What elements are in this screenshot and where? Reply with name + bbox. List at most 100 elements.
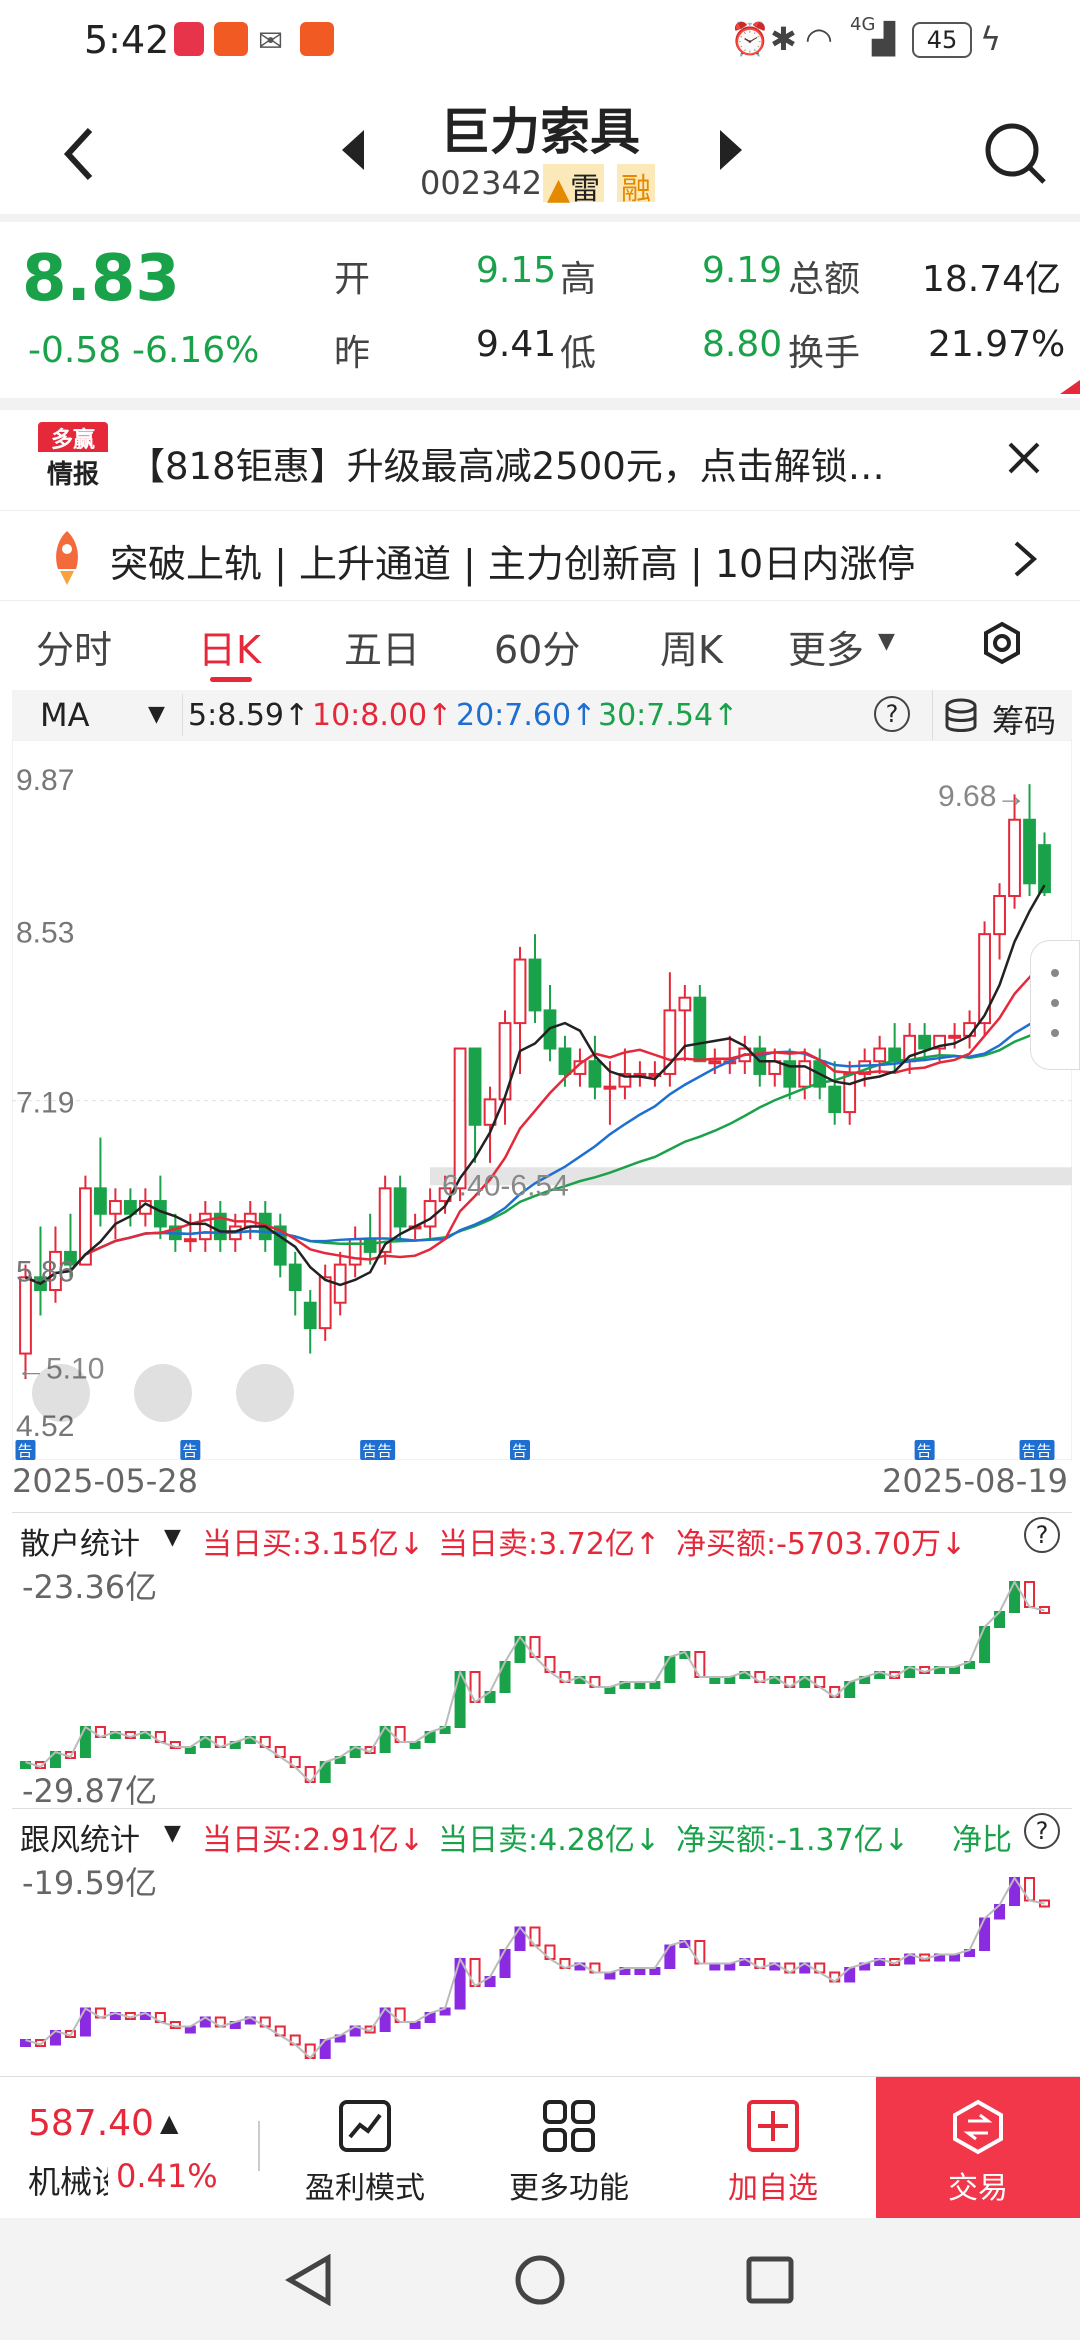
retail-header: 散户统计 ▼ 当日买:3.15亿↓ 当日卖:3.72亿↑ 净买额:-5703.7… [12,1512,1072,1563]
divider [0,398,1080,410]
candle-body [243,1212,257,1228]
announcement-label: 告 [362,1442,377,1460]
profit-mode-button[interactable]: 盈利模式 [302,2163,428,2207]
active-tab-indicator [210,677,252,682]
back-icon[interactable] [60,124,100,184]
trade-icon [953,2099,1003,2155]
chips-button[interactable]: 筹码 [992,696,1056,742]
play-icon[interactable] [32,1364,90,1422]
announcement-label: 告 [377,1442,392,1460]
last-price: 8.83 [22,242,180,316]
announcement-label: 告 [917,1442,932,1460]
retail-buy: 当日买:3.15亿↓ [202,1527,425,1562]
add-watchlist-button[interactable]: 加自选 [712,2163,834,2207]
ma-selector[interactable]: MA [40,696,90,734]
nav-home-icon[interactable] [512,2252,568,2308]
ad-banner[interactable]: 多赢 情报 【818钜惠】升级最高减2500元，点击解锁… [0,410,1080,510]
announcement-label: 告 [17,1442,32,1460]
date-end: 2025-08-19 [882,1462,1068,1500]
follow-selector[interactable]: 跟风统计 [20,1815,140,1859]
retail-selector[interactable]: 散户统计 [20,1519,140,1563]
help-icon[interactable]: ? [874,696,910,732]
warning-icon: ▲ [547,172,571,207]
next-stock-icon[interactable] [716,128,746,172]
candle-body [363,1238,377,1253]
price-change: -0.58 [28,330,122,371]
zone-label: 6.40-6.54 [442,1169,569,1202]
ma5-value: 5:8.59↑ [188,698,310,733]
y-tick-label: 8.53 [16,916,74,949]
index-name: 机械设 [28,2163,108,2201]
more-dropdown-icon[interactable]: ▼ [878,629,895,654]
indicator-line [25,1876,1045,2060]
amount-value: 18.74亿 [922,259,1062,300]
tab-fenshi[interactable]: 分时 [36,619,112,674]
tab-60min[interactable]: 60分 [494,619,580,674]
prev-stock-icon[interactable] [338,128,368,172]
high-value: 9.19 [702,250,783,291]
corner-marker [1060,380,1080,394]
more-functions-button[interactable]: 更多功能 [506,2163,632,2207]
follow-top-label: -19.59亿 [22,1864,158,1902]
ma20-value: 20:7.60↑ [456,698,597,733]
chevron-right-icon[interactable] [1010,539,1040,579]
retail-dropdown-icon[interactable]: ▼ [164,1525,181,1550]
ad-logo-bottom: 情报 [46,460,99,490]
turnover-label: 换手 [788,333,861,374]
indicator-line [25,1579,1045,1784]
open-label: 开 [334,259,371,300]
nav-bar: 巨力索具 002342 ▲雷 融 [0,84,1080,214]
tab-daily-k[interactable]: 日K [198,619,261,674]
candle-body [948,1034,961,1039]
bottom-toolbar: 587.40 ▲ 机械设 0.41% 盈利模式 更多功能 加自选 交易 [0,2076,1080,2219]
candle-body [1008,818,1021,897]
fullscreen-icon[interactable] [134,1364,192,1422]
follow-sell: 当日卖:4.28亿↓ [438,1823,661,1858]
chips-icon [945,698,977,732]
index-up-icon: ▲ [160,2109,179,2137]
index-value[interactable]: 587.40 [28,2103,154,2144]
high-label: 高 [560,259,597,300]
battery-icon: 45 [912,22,972,58]
trade-button[interactable]: 交易 [876,2077,1080,2219]
divider [0,214,1080,222]
taobao2-notif-icon [300,22,334,56]
layout-icon[interactable] [236,1364,294,1422]
ma-bar: MA ▼ 5:8.59↑ 10:8.00↑ 20:7.60↑ 30:7.54↑ … [12,690,1072,740]
candle-body [828,1085,842,1114]
settings-icon[interactable] [980,621,1024,665]
ma30-value: 30:7.54↑ [598,698,739,733]
ma-dropdown-icon[interactable]: ▼ [148,702,165,727]
tab-five-day[interactable]: 五日 [344,619,420,674]
candle-body [1023,818,1036,885]
ad-text: 【818钜惠】升级最高减2500元，点击解锁… [128,445,885,488]
side-menu-handle[interactable] [1030,940,1080,1070]
follow-dropdown-icon[interactable]: ▼ [164,1821,181,1846]
candle-body [918,1034,932,1050]
close-icon[interactable] [1006,440,1042,476]
announcement-label: 告 [182,1442,197,1460]
nav-recents-icon[interactable] [744,2254,796,2306]
rocket-icon [56,531,78,585]
status-bar: 5:42 ✉ ⏰ ✱ ◠ 4G ▟ 45 ϟ [0,0,1080,84]
y-tick-label: 7.19 [16,1087,74,1120]
retail-chart [19,1579,1051,1784]
candle-body [843,1072,857,1114]
open-value: 9.15 [476,250,557,291]
signal-ticker[interactable]: 突破上轨 | 上升通道 | 主力创新高 | 10日内涨停 [0,510,1080,602]
nav-back-icon[interactable] [284,2254,334,2306]
candlestick-chart[interactable]: 9.878.537.195.864.529.68→6.40-6.54←5.10告… [12,740,1072,1460]
candle-body [528,958,542,1012]
candle-body [94,1187,107,1215]
follow-help-icon[interactable]: ? [1024,1813,1060,1849]
bluetooth-icon: ✱ [770,20,797,58]
search-icon[interactable] [982,120,1048,186]
period-tabs: 分时 日K 五日 60分 周K 更多 ▼ [0,600,1080,690]
tab-more[interactable]: 更多 [788,619,864,674]
retail-help-icon[interactable]: ? [1024,1517,1060,1553]
tab-weekly-k[interactable]: 周K [660,619,723,674]
taobao-notif-icon [214,22,248,56]
candle-body [303,1301,317,1330]
risk-badge[interactable]: ▲雷 [543,164,605,207]
wifi-icon: ◠ [805,20,833,58]
